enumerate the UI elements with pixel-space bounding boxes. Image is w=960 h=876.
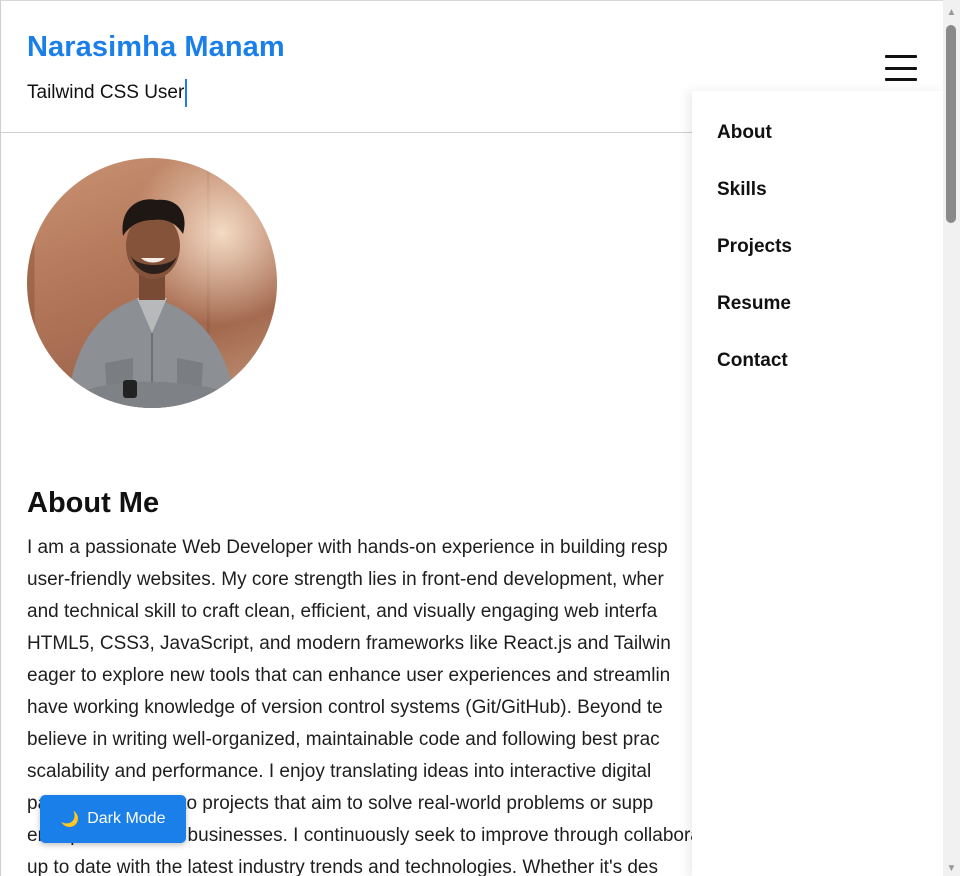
scroll-up-arrow-icon[interactable]: ▲ — [943, 5, 960, 19]
moon-icon: 🌙 — [60, 810, 80, 828]
site-title[interactable]: Narasimha Manam — [27, 31, 285, 64]
typed-tagline: Tailwind CSS User — [27, 79, 188, 107]
about-heading: About Me — [27, 487, 160, 519]
scroll-down-arrow-icon[interactable]: ▼ — [943, 861, 960, 875]
typing-caret — [185, 79, 188, 107]
nav-item-contact[interactable]: Contact — [717, 350, 788, 372]
vertical-scrollbar[interactable]: ▲ ▼ — [943, 0, 960, 876]
tagline-text: Tailwind CSS User — [27, 82, 185, 103]
scrollbar-thumb[interactable] — [946, 25, 956, 223]
nav-item-projects[interactable]: Projects — [717, 236, 792, 258]
profile-photo — [27, 158, 277, 408]
hamburger-menu-icon[interactable] — [885, 55, 917, 81]
dark-mode-button[interactable]: 🌙 Dark Mode — [40, 795, 186, 843]
dark-mode-label: Dark Mode — [87, 810, 166, 827]
nav-drawer: About Skills Projects Resume Contact — [692, 91, 943, 876]
nav-item-about[interactable]: About — [717, 122, 772, 144]
portfolio-page: Narasimha Manam Tailwind CSS User About … — [0, 0, 943, 876]
nav-item-resume[interactable]: Resume — [717, 293, 791, 315]
nav-item-skills[interactable]: Skills — [717, 179, 767, 201]
